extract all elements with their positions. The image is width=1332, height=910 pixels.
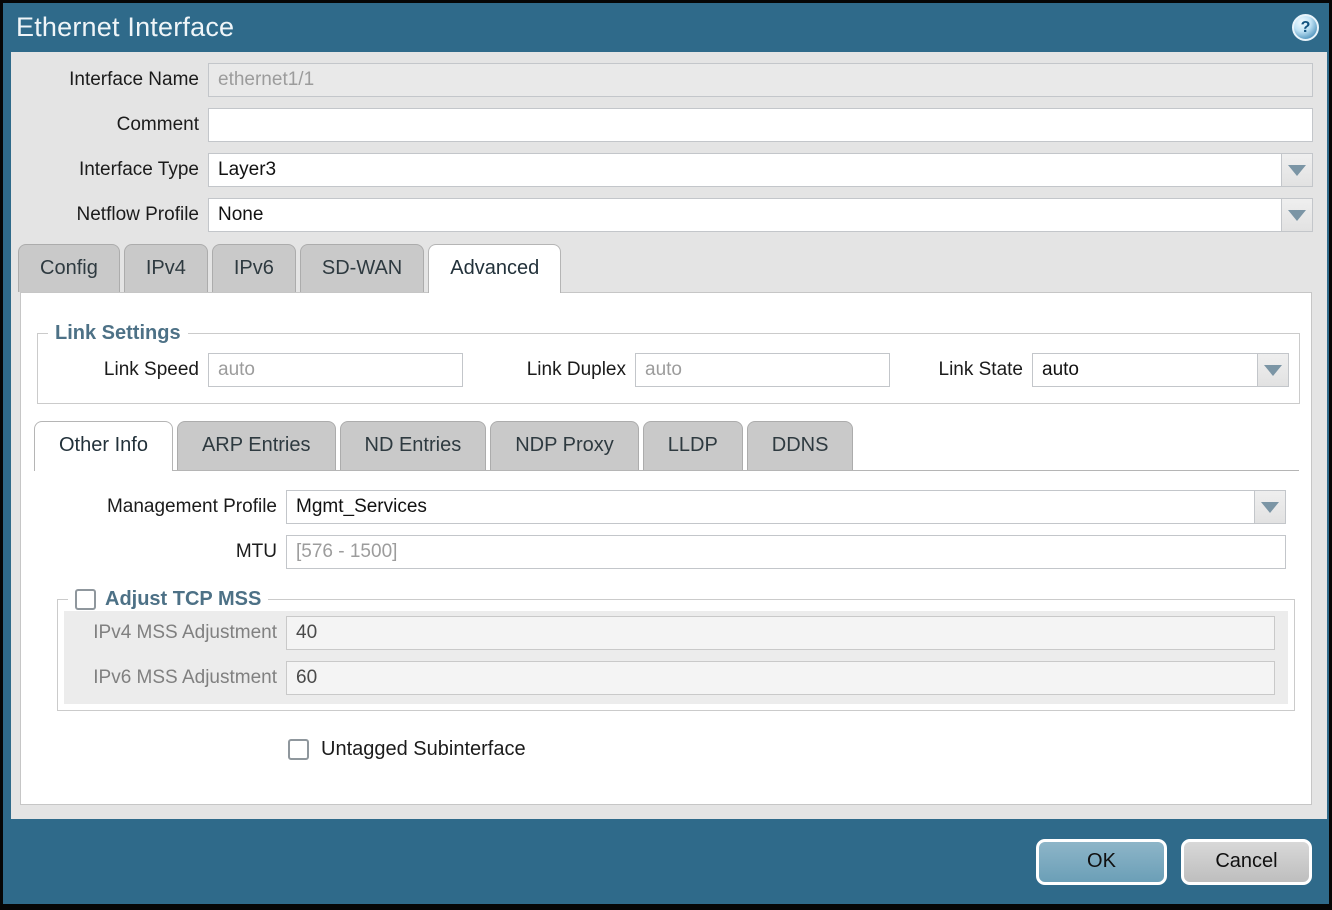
management-profile-dropdown-trigger[interactable] (1254, 490, 1286, 524)
help-icon-glyph: ? (1301, 19, 1311, 37)
help-icon[interactable]: ? (1292, 14, 1319, 41)
netflow-profile-select[interactable] (208, 198, 1313, 232)
footer-bar: OK Cancel (3, 819, 1329, 904)
comment-row: Comment (11, 108, 1313, 142)
interface-name-label: Interface Name (11, 69, 208, 91)
link-state-dropdown-trigger[interactable] (1257, 353, 1289, 387)
link-speed-field[interactable] (208, 353, 463, 387)
link-speed-label: Link Speed (38, 359, 208, 381)
subtab-nd-entries[interactable]: ND Entries (340, 421, 487, 470)
link-speed-group: Link Speed (38, 353, 463, 387)
tab-sdwan[interactable]: SD-WAN (300, 244, 424, 292)
management-profile-label: Management Profile (21, 496, 286, 518)
chevron-down-icon (1264, 365, 1282, 376)
title-bar: Ethernet Interface ? (3, 3, 1329, 52)
subtab-arp-entries[interactable]: ARP Entries (177, 421, 336, 470)
chevron-down-icon (1288, 165, 1306, 176)
ipv4-mss-label: IPv4 MSS Adjustment (64, 622, 286, 644)
untagged-subinterface-row: Untagged Subinterface (288, 738, 1311, 761)
management-profile-value[interactable] (286, 490, 1254, 524)
netflow-profile-label: Netflow Profile (11, 204, 208, 226)
subtab-lldp[interactable]: LLDP (643, 421, 743, 470)
interface-type-label: Interface Type (11, 159, 208, 181)
interface-type-value[interactable] (208, 153, 1281, 187)
link-duplex-field[interactable] (635, 353, 890, 387)
interface-name-row: Interface Name (11, 63, 1313, 97)
dialog-body: Interface Name Comment Interface Type Ne… (11, 52, 1327, 819)
subtab-other-info[interactable]: Other Info (34, 421, 173, 471)
link-duplex-group: Link Duplex (485, 353, 890, 387)
subtab-ndp-proxy[interactable]: NDP Proxy (490, 421, 639, 470)
management-profile-row: Management Profile (21, 490, 1286, 524)
subtab-ddns[interactable]: DDNS (747, 421, 854, 470)
cancel-button[interactable]: Cancel (1181, 839, 1312, 885)
chevron-down-icon (1288, 210, 1306, 221)
adjust-tcp-mss-legend: Adjust TCP MSS (68, 588, 268, 611)
mtu-row: MTU (21, 535, 1286, 569)
adjust-tcp-mss-fieldset: Adjust TCP MSS IPv4 MSS Adjustment IPv6 … (57, 588, 1295, 711)
untagged-subinterface-checkbox[interactable] (288, 739, 309, 760)
link-state-group: Link State (912, 353, 1289, 387)
ipv6-mss-label: IPv6 MSS Adjustment (64, 667, 286, 689)
sub-tab-strip: Other Info ARP Entries ND Entries NDP Pr… (34, 421, 1299, 471)
ipv6-mss-row: IPv6 MSS Adjustment (64, 661, 1275, 695)
netflow-profile-value[interactable] (208, 198, 1281, 232)
ok-button[interactable]: OK (1036, 839, 1167, 885)
advanced-tab-panel: Link Settings Link Speed Link Duplex Lin… (20, 292, 1312, 805)
chevron-down-icon (1261, 502, 1279, 513)
tab-ipv4[interactable]: IPv4 (124, 244, 208, 292)
interface-name-field (208, 63, 1313, 97)
link-state-value[interactable] (1032, 353, 1257, 387)
link-settings-row: Link Speed Link Duplex Link State (38, 353, 1289, 387)
dialog-title: Ethernet Interface (16, 12, 234, 43)
comment-field[interactable] (208, 108, 1313, 142)
ipv4-mss-field (286, 616, 1275, 650)
tab-advanced[interactable]: Advanced (428, 244, 561, 293)
tab-config[interactable]: Config (18, 244, 120, 292)
mtu-label: MTU (21, 541, 286, 563)
ethernet-interface-dialog: Ethernet Interface ? Interface Name Comm… (0, 0, 1332, 910)
link-settings-legend: Link Settings (48, 322, 188, 345)
netflow-dropdown-trigger[interactable] (1281, 198, 1313, 232)
ipv6-mss-field (286, 661, 1275, 695)
link-duplex-label: Link Duplex (485, 359, 635, 381)
mtu-field[interactable] (286, 535, 1286, 569)
tab-ipv6[interactable]: IPv6 (212, 244, 296, 292)
main-tab-strip: Config IPv4 IPv6 SD-WAN Advanced (18, 244, 1327, 292)
interface-type-dropdown-trigger[interactable] (1281, 153, 1313, 187)
mss-disabled-panel: IPv4 MSS Adjustment IPv6 MSS Adjustment (64, 611, 1288, 704)
link-state-select[interactable] (1032, 353, 1289, 387)
adjust-tcp-mss-legend-text: Adjust TCP MSS (105, 588, 261, 611)
comment-label: Comment (11, 114, 208, 136)
adjust-tcp-mss-checkbox[interactable] (75, 589, 96, 610)
untagged-subinterface-label: Untagged Subinterface (321, 738, 526, 761)
ipv4-mss-row: IPv4 MSS Adjustment (64, 616, 1275, 650)
link-state-label: Link State (912, 359, 1032, 381)
netflow-profile-row: Netflow Profile (11, 198, 1313, 232)
interface-type-row: Interface Type (11, 153, 1313, 187)
interface-type-select[interactable] (208, 153, 1313, 187)
management-profile-select[interactable] (286, 490, 1286, 524)
link-settings-fieldset: Link Settings Link Speed Link Duplex Lin… (37, 322, 1300, 404)
